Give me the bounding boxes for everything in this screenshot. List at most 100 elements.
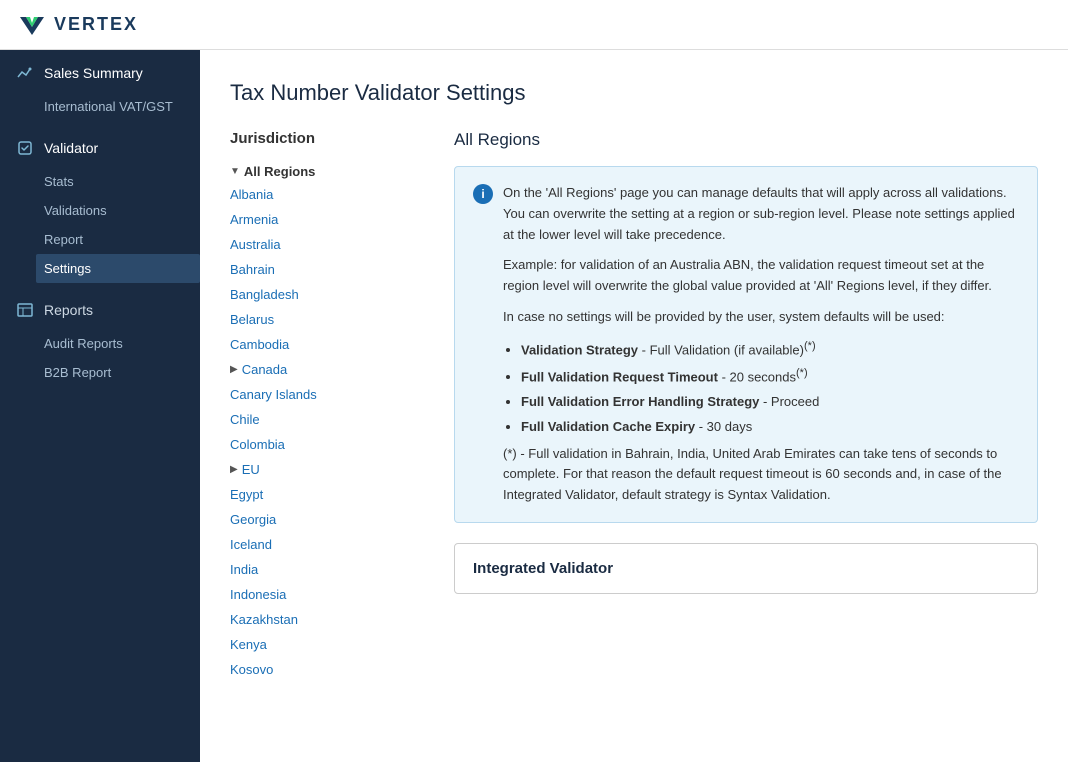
list-item: Kazakhstan <box>230 607 430 632</box>
sidebar-item-b2b-report[interactable]: B2B Report <box>44 358 200 387</box>
sidebar-item-validations[interactable]: Validations <box>44 196 200 225</box>
jurisdiction-albania[interactable]: Albania <box>230 185 430 204</box>
jurisdiction-belarus[interactable]: Belarus <box>230 310 430 329</box>
info-box-header: i On the 'All Regions' page you can mana… <box>473 183 1019 506</box>
sidebar-item-audit-reports[interactable]: Audit Reports <box>44 329 200 358</box>
jurisdiction-indonesia[interactable]: Indonesia <box>230 585 430 604</box>
list-item: Iceland <box>230 532 430 557</box>
footnote-1: (*) <box>804 340 816 352</box>
footnote-description: (*) - Full validation in Bahrain, India,… <box>503 444 1019 506</box>
jurisdiction-all-regions[interactable]: ▼ All Regions <box>230 164 430 179</box>
sidebar-section-reports: Reports Audit Reports B2B Report <box>0 287 200 391</box>
list-item: Full Validation Error Handling Strategy … <box>521 392 1019 413</box>
jurisdiction-canada[interactable]: ▶ Canada <box>230 360 430 379</box>
jurisdiction-kenya[interactable]: Kenya <box>230 635 430 654</box>
integrated-validator-section: Integrated Validator <box>454 543 1038 594</box>
sidebar-sub-validator: Stats Validations Report Settings <box>0 167 200 283</box>
validation-strategy-text: - Full Validation (if available) <box>638 342 804 357</box>
timeout-text: - 20 seconds <box>718 369 796 384</box>
jurisdiction-eu[interactable]: ▶ EU <box>230 460 430 479</box>
chevron-down-icon: ▼ <box>230 166 240 177</box>
sidebar-item-settings[interactable]: Settings <box>36 254 200 283</box>
jurisdiction-eu-label[interactable]: EU <box>242 460 260 479</box>
list-item: Cambodia <box>230 332 430 357</box>
jurisdiction-bahrain[interactable]: Bahrain <box>230 260 430 279</box>
jurisdiction-egypt[interactable]: Egypt <box>230 485 430 504</box>
sidebar-item-sales-summary[interactable]: Sales Summary <box>0 54 200 92</box>
jurisdiction-iceland[interactable]: Iceland <box>230 535 430 554</box>
vertex-logo-icon <box>16 9 48 41</box>
info-intro: On the 'All Regions' page you can manage… <box>503 183 1019 245</box>
cache-expiry-bold: Full Validation Cache Expiry <box>521 419 695 434</box>
list-item: India <box>230 557 430 582</box>
list-item: ▶ EU <box>230 457 430 482</box>
chevron-right-icon: ▶ <box>230 364 238 375</box>
list-item: Validation Strategy - Full Validation (i… <box>521 338 1019 361</box>
sidebar-item-validator[interactable]: Validator <box>0 129 200 167</box>
chevron-right-icon: ▶ <box>230 464 238 475</box>
integrated-validator-title: Integrated Validator <box>473 560 1019 577</box>
sidebar-item-intl-vat[interactable]: International VAT/GST <box>44 92 200 121</box>
validator-label: Validator <box>44 140 98 156</box>
reports-label: Reports <box>44 302 93 318</box>
info-icon: i <box>473 184 493 204</box>
jurisdiction-chile[interactable]: Chile <box>230 410 430 429</box>
list-item: Australia <box>230 232 430 257</box>
table-icon <box>16 301 34 319</box>
list-item: Bangladesh <box>230 282 430 307</box>
info-system-default: In case no settings will be provided by … <box>503 307 1019 328</box>
list-item: Albania <box>230 182 430 207</box>
main-content: Tax Number Validator Settings Jurisdicti… <box>200 50 1068 762</box>
jurisdiction-bangladesh[interactable]: Bangladesh <box>230 285 430 304</box>
jurisdiction-india[interactable]: India <box>230 560 430 579</box>
timeout-bold: Full Validation Request Timeout <box>521 369 718 384</box>
jurisdiction-canada-label[interactable]: Canada <box>242 360 288 379</box>
right-panel: All Regions i On the 'All Regions' page … <box>454 130 1038 682</box>
jurisdiction-heading: Jurisdiction <box>230 130 430 147</box>
list-item: Armenia <box>230 207 430 232</box>
sales-summary-label: Sales Summary <box>44 65 143 81</box>
jurisdiction-kazakhstan[interactable]: Kazakhstan <box>230 610 430 629</box>
validation-strategy-bold: Validation Strategy <box>521 342 638 357</box>
jurisdiction-canary-islands[interactable]: Canary Islands <box>230 385 430 404</box>
list-item: Bahrain <box>230 257 430 282</box>
error-handling-bold: Full Validation Error Handling Strategy <box>521 394 759 409</box>
jurisdiction-cambodia[interactable]: Cambodia <box>230 335 430 354</box>
footnote-2: (*) <box>796 367 808 379</box>
list-item: Canary Islands <box>230 382 430 407</box>
jurisdiction-list: ▼ All Regions Albania Armenia Australia <box>230 161 430 682</box>
info-box-text: On the 'All Regions' page you can manage… <box>503 183 1019 506</box>
all-regions-label: All Regions <box>244 164 316 179</box>
chart-icon <box>16 64 34 82</box>
sidebar-section-sales: Sales Summary International VAT/GST <box>0 50 200 125</box>
jurisdiction-armenia[interactable]: Armenia <box>230 210 430 229</box>
jurisdiction-kosovo[interactable]: Kosovo <box>230 660 430 679</box>
badge-icon <box>16 139 34 157</box>
list-item: Egypt <box>230 482 430 507</box>
sidebar-item-report[interactable]: Report <box>44 225 200 254</box>
jurisdiction-australia[interactable]: Australia <box>230 235 430 254</box>
list-item: ▼ All Regions <box>230 161 430 182</box>
jurisdiction-georgia[interactable]: Georgia <box>230 510 430 529</box>
list-item: Full Validation Cache Expiry - 30 days <box>521 417 1019 438</box>
sidebar: Sales Summary International VAT/GST Vali… <box>0 50 200 762</box>
jurisdiction-colombia[interactable]: Colombia <box>230 435 430 454</box>
list-item: Kenya <box>230 632 430 657</box>
error-handling-text: - Proceed <box>759 394 819 409</box>
page-title: Tax Number Validator Settings <box>230 80 1038 106</box>
defaults-list: Validation Strategy - Full Validation (i… <box>503 338 1019 438</box>
sidebar-item-reports[interactable]: Reports <box>0 291 200 329</box>
content-layout: Jurisdiction ▼ All Regions Albania Armen… <box>230 130 1038 682</box>
list-item: Belarus <box>230 307 430 332</box>
list-item: Kosovo <box>230 657 430 682</box>
main-layout: Sales Summary International VAT/GST Vali… <box>0 50 1068 762</box>
sidebar-item-stats[interactable]: Stats <box>44 167 200 196</box>
sidebar-sub-reports: Audit Reports B2B Report <box>0 329 200 387</box>
region-title: All Regions <box>454 130 1038 150</box>
app-header: VERTEX <box>0 0 1068 50</box>
list-item: ▶ Canada <box>230 357 430 382</box>
sidebar-section-validator: Validator Stats Validations Report Setti… <box>0 125 200 287</box>
info-box: i On the 'All Regions' page you can mana… <box>454 166 1038 523</box>
jurisdiction-panel: Jurisdiction ▼ All Regions Albania Armen… <box>230 130 430 682</box>
list-item: Chile <box>230 407 430 432</box>
